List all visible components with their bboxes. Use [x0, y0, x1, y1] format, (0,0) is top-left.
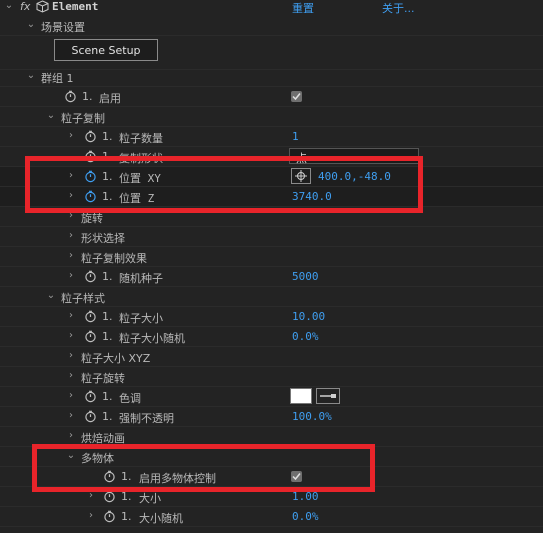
enable-label: 启用	[99, 92, 121, 105]
chevron-right-icon[interactable]: ›	[66, 390, 76, 401]
shape-select-label: 形状选择	[81, 232, 125, 245]
chevron-right-icon[interactable]: ›	[66, 250, 76, 261]
color-swatch[interactable]	[290, 388, 312, 404]
stopwatch-icon[interactable]	[84, 310, 97, 323]
scene-setup-label: 场景设置	[41, 21, 85, 34]
chevron-down-icon[interactable]: ⌄	[26, 70, 36, 81]
chevron-right-icon[interactable]: ›	[86, 510, 96, 521]
chevron-right-icon[interactable]: ›	[66, 310, 76, 321]
random-seed-row: › 1. 随机种子 5000	[0, 267, 543, 287]
stopwatch-icon[interactable]	[84, 390, 97, 403]
particle-size-value[interactable]: 10.00	[292, 310, 325, 323]
chevron-right-icon[interactable]: ›	[66, 270, 76, 281]
size-xyz-label: 粒子大小 XYZ	[81, 352, 151, 365]
chevron-right-icon[interactable]: ›	[66, 130, 76, 141]
particle-replicate-group[interactable]: ⌄ 粒子复制	[0, 107, 543, 127]
multi-object-size-random-label: 大小随机	[139, 512, 183, 525]
particle-count-value[interactable]: 1	[292, 130, 299, 143]
chevron-right-icon[interactable]: ›	[66, 370, 76, 381]
scene-setup-button[interactable]: Scene Setup	[54, 39, 158, 61]
particle-count-row: › 1. 粒子数量 1	[0, 127, 543, 147]
eyedropper-icon[interactable]	[316, 388, 340, 404]
group1-header[interactable]: ⌄ 群组 1	[0, 67, 543, 87]
stopwatch-icon[interactable]	[84, 330, 97, 343]
param-index: 1.	[102, 410, 113, 423]
param-index: 1.	[102, 330, 113, 343]
chevron-right-icon[interactable]: ›	[66, 430, 76, 441]
scene-setup-group[interactable]: ⌄ 场景设置	[0, 16, 543, 36]
color-row: › 1. 色调	[0, 387, 543, 407]
about-link[interactable]: 关于...	[382, 0, 415, 16]
force-opacity-label: 强制不透明	[119, 412, 174, 425]
param-index: 1.	[121, 510, 132, 523]
collapse-chevron-icon[interactable]: ⌄	[4, 0, 14, 11]
param-index: 1.	[102, 270, 113, 283]
highlight-box-multi-object	[32, 444, 375, 492]
particle-style-group[interactable]: ⌄ 粒子样式	[0, 287, 543, 307]
enable-checkbox[interactable]	[291, 91, 302, 102]
replicate-effects-group[interactable]: › 粒子复制效果	[0, 247, 543, 267]
chevron-down-icon[interactable]: ⌄	[46, 110, 56, 121]
highlight-box-position	[25, 156, 423, 213]
param-index: 1.	[102, 130, 113, 143]
param-index: 1.	[82, 90, 93, 103]
chevron-down-icon[interactable]: ⌄	[26, 19, 36, 30]
particle-replicate-label: 粒子复制	[61, 112, 105, 125]
particle-size-label: 粒子大小	[119, 312, 163, 325]
size-xyz-group[interactable]: › 粒子大小 XYZ	[0, 347, 543, 367]
chevron-right-icon[interactable]: ›	[66, 330, 76, 341]
chevron-down-icon[interactable]: ⌄	[46, 290, 56, 301]
force-opacity-row: › 1. 强制不透明 100.0%	[0, 407, 543, 427]
particle-rotation-label: 粒子旋转	[81, 372, 125, 385]
reset-link[interactable]: 重置	[292, 0, 314, 16]
replicate-effects-label: 粒子复制效果	[81, 252, 147, 265]
chevron-right-icon[interactable]: ›	[66, 410, 76, 421]
particle-rotation-group[interactable]: › 粒子旋转	[0, 367, 543, 387]
particle-count-label: 粒子数量	[119, 132, 163, 145]
param-index: 1.	[102, 310, 113, 323]
multi-object-size-random-row: › 1. 大小随机 0.0%	[0, 507, 543, 527]
fx-icon[interactable]: fx	[20, 0, 30, 13]
group1-enable-row: 1. 启用	[0, 87, 543, 107]
stopwatch-icon[interactable]	[84, 270, 97, 283]
particle-size-random-label: 粒子大小随机	[119, 332, 185, 345]
stopwatch-icon[interactable]	[103, 510, 116, 523]
stopwatch-icon[interactable]	[64, 90, 77, 103]
random-seed-value[interactable]: 5000	[292, 270, 319, 283]
group1-label: 群组 1	[41, 72, 74, 85]
stopwatch-icon[interactable]	[84, 130, 97, 143]
particle-style-label: 粒子样式	[61, 292, 105, 305]
effect-name: Element	[52, 0, 99, 13]
effect-header: ⌄ fx Element 重置 关于...	[0, 0, 543, 16]
param-index: 1.	[102, 390, 113, 403]
multi-object-size-random-value[interactable]: 0.0%	[292, 510, 319, 523]
color-label: 色调	[119, 392, 141, 405]
chevron-right-icon[interactable]: ›	[66, 350, 76, 361]
cube-icon	[36, 0, 49, 16]
force-opacity-value[interactable]: 100.0%	[292, 410, 332, 423]
chevron-right-icon[interactable]: ›	[66, 230, 76, 241]
multi-object-size-label: 大小	[139, 492, 161, 505]
particle-size-random-value[interactable]: 0.0%	[292, 330, 319, 343]
shape-select-group[interactable]: › 形状选择	[0, 227, 543, 247]
random-seed-label: 随机种子	[119, 272, 163, 285]
stopwatch-icon[interactable]	[84, 410, 97, 423]
particle-size-random-row: › 1. 粒子大小随机 0.0%	[0, 327, 543, 347]
particle-size-row: › 1. 粒子大小 10.00	[0, 307, 543, 327]
